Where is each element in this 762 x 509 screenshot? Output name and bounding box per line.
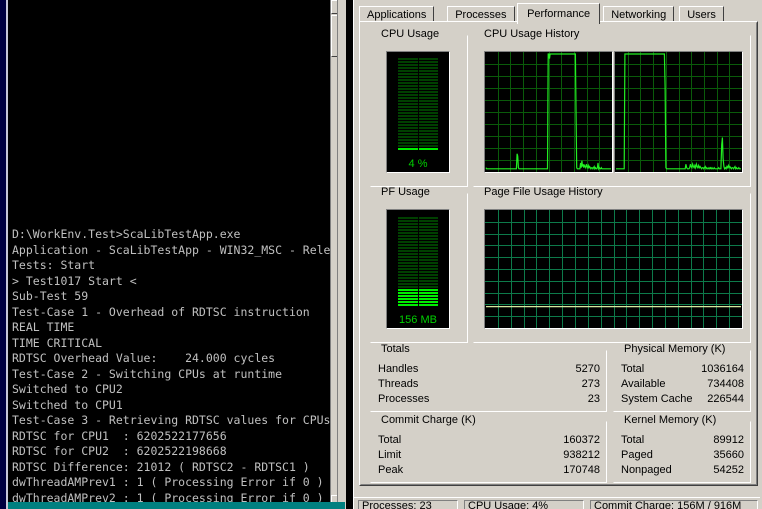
cpu-history-graph-2 — [614, 51, 743, 173]
stat-label: Threads — [378, 378, 419, 390]
stat-value: 5270 — [575, 363, 600, 375]
commit-charge-title: Commit Charge (K) — [378, 415, 479, 426]
tab-label: Users — [687, 9, 716, 21]
cpu-usage-title: CPU Usage — [378, 29, 443, 40]
stat-value: 1036164 — [701, 363, 744, 375]
stat-label: System Cache — [621, 393, 693, 405]
totals-group: Totals Handles 5270 Threads 273 Processes 23 — [370, 344, 607, 412]
console-line: Application - ScaLibTestApp - WIN32_MSC … — [12, 242, 342, 257]
stat-label: Total — [378, 434, 402, 446]
meter-center-divider — [418, 215, 419, 306]
tab-performance[interactable]: Performance — [517, 3, 601, 24]
pf-usage-title: PF Usage — [378, 187, 433, 198]
stat-label: Paged — [621, 449, 653, 461]
console-line: dwThreadAMPrev1 : 1 ( Processing Error i… — [12, 475, 324, 489]
cpu-usage-meter: 4 % — [386, 51, 450, 173]
cpu-usage-history-group: CPU Usage History — [473, 29, 751, 187]
cpu-history-graph-1 — [484, 51, 613, 173]
tab-label: Processes — [455, 9, 507, 21]
stat-value: 226544 — [707, 393, 744, 405]
stat-value: 23 — [587, 393, 600, 405]
cpu-usage-group: CPU Usage 4 % — [370, 29, 468, 187]
tab-networking[interactable]: Networking — [603, 6, 675, 22]
tab-processes[interactable]: Processes — [447, 6, 515, 22]
tab-applications[interactable]: Applications — [359, 6, 435, 22]
stat-label: Nonpaged — [621, 464, 672, 476]
stat-value: 273 — [581, 378, 600, 390]
pf-meter-bars — [398, 215, 438, 306]
page-file-history-graph — [484, 209, 743, 329]
console-text-area[interactable]: D:\WorkEnv.Test>ScaLibTestApp.exe Applica… — [12, 0, 342, 509]
status-cpu-usage: CPU Usage: 4% — [464, 500, 584, 509]
cpu-history-svg-2 — [615, 52, 742, 172]
commit-charge-group: Commit Charge (K) Total 160372 Limit 938212… — [370, 415, 607, 483]
status-commit-charge: Commit Charge: 156M / 916M — [590, 500, 758, 509]
console-line: Test-Case 1 - Overhead of RDTSC instruct… — [12, 304, 310, 319]
tab-users[interactable]: Users — [679, 6, 724, 22]
page-file-usage-history-group: Page File Usage History — [473, 187, 751, 343]
console-line: Tests: Start — [12, 258, 96, 272]
physical-memory-group: Physical Memory (K) Total 1036164 Availabl… — [613, 344, 751, 412]
pf-usage-group: PF Usage 156 MB — [370, 187, 468, 343]
stat-label: Available — [621, 378, 666, 390]
stat-value: 938212 — [563, 449, 600, 461]
kernel-memory-title: Kernel Memory (K) — [621, 415, 720, 426]
kernel-memory-group: Kernel Memory (K) Total 89912 Paged 35660 No… — [613, 415, 751, 483]
cpu-usage-value: 4 % — [408, 158, 428, 170]
tab-label: Networking — [611, 9, 667, 21]
cpu-meter-bars — [398, 57, 438, 150]
console-line: RDTSC for CPU1 : 6202522177656 — [12, 428, 227, 443]
page-file-history-svg — [485, 210, 742, 328]
console-line: Switched to CPU2 — [12, 382, 123, 396]
cpu-usage-history-title: CPU Usage History — [481, 29, 583, 40]
pf-usage-meter: 156 MB — [386, 209, 450, 329]
console-line: Sub-Test 59 — [12, 289, 89, 303]
console-line: RDTSC Overhead Value: 24.000 cycles — [12, 351, 276, 365]
status-bar: Processes: 23 CPU Usage: 4% Commit Charg… — [354, 497, 762, 509]
stat-value: 54252 — [713, 464, 744, 476]
console-line: RDTSC Difference: 21012 ( RDTSC2 - RDTSC… — [12, 459, 310, 474]
stat-value: 160372 — [563, 434, 600, 446]
task-manager-window[interactable]: Applications Processes Performance Networki… — [353, 0, 762, 509]
desktop: D:\WorkEnv.Test>ScaLibTestApp.exe Applica… — [0, 0, 762, 509]
console-window-right-edge — [337, 0, 346, 509]
stat-label: Total — [621, 363, 645, 375]
stat-label: Peak — [378, 464, 404, 476]
console-line: TIME CRITICAL — [12, 335, 103, 350]
stat-label: Total — [621, 434, 645, 446]
stat-label: Processes — [378, 393, 430, 405]
stat-label: Limit — [378, 449, 402, 461]
stat-value: 170748 — [563, 464, 600, 476]
taskbar[interactable] — [8, 502, 345, 509]
console-output: D:\WorkEnv.Test>ScaLibTestApp.exe Applica… — [12, 227, 342, 509]
totals-title: Totals — [378, 344, 413, 355]
console-line: REAL TIME — [12, 320, 75, 334]
console-line: D:\WorkEnv.Test>ScaLibTestApp.exe — [12, 227, 241, 241]
console-line: > Test1017 Start < — [12, 273, 137, 288]
console-line: Test-Case 3 - Retrieving RDTSC values fo… — [12, 413, 331, 427]
console-line: Test-Case 2 - Switching CPUs at runtime — [12, 366, 283, 381]
performance-tab-page: CPU Usage 4 % CPU Usage History PF Usage… — [359, 21, 758, 486]
cpu-history-svg-1 — [485, 52, 612, 172]
console-line: Switched to CPU1 — [12, 397, 123, 412]
meter-center-divider — [418, 57, 419, 150]
status-processes: Processes: 23 — [358, 500, 458, 509]
tab-label: Applications — [367, 9, 427, 21]
stat-value: 734408 — [707, 378, 744, 390]
command-prompt-window[interactable]: D:\WorkEnv.Test>ScaLibTestApp.exe Applica… — [8, 0, 345, 509]
physical-memory-title: Physical Memory (K) — [621, 344, 729, 355]
stat-value: 35660 — [713, 449, 744, 461]
tab-label: Performance — [527, 8, 591, 20]
stat-value: 89912 — [713, 434, 744, 446]
stat-label: Handles — [378, 363, 419, 375]
page-file-history-title: Page File Usage History — [481, 187, 606, 198]
pf-usage-value: 156 MB — [399, 314, 437, 326]
console-line: RDTSC for CPU2 : 6202522198668 — [12, 444, 227, 458]
